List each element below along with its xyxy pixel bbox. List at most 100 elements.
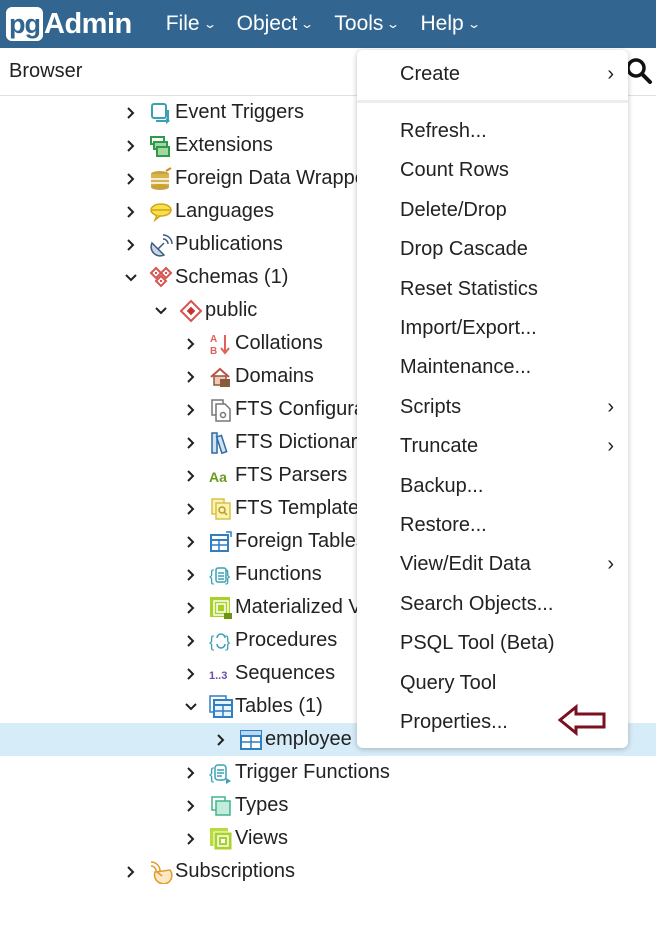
chevron-right-icon[interactable] [184, 403, 198, 417]
chevron-right-icon[interactable] [184, 568, 198, 582]
tree-node[interactable]: Views [0, 822, 656, 855]
chevron-right-icon[interactable] [184, 337, 198, 351]
menu-item-restore[interactable]: Restore... [357, 506, 628, 545]
collation-icon: AB [209, 332, 233, 356]
tree-node-label: FTS Dictionari [235, 431, 362, 453]
menu-item-label: Query Tool [400, 671, 497, 694]
chevron-right-icon[interactable] [124, 238, 138, 252]
logo-admin: Admin [44, 7, 132, 40]
chevron-right-icon[interactable] [124, 205, 138, 219]
type-icon [209, 794, 233, 818]
chevron-right-icon[interactable] [124, 865, 138, 879]
fts-parser-icon: Aa [209, 464, 233, 488]
chevron-right-icon[interactable] [184, 634, 198, 648]
chevron-right-icon[interactable] [184, 832, 198, 846]
fts-dictionary-icon [209, 431, 233, 455]
menu-item-search-objects[interactable]: Search Objects... [357, 585, 628, 624]
chevron-right-icon[interactable] [184, 535, 198, 549]
tree-node-label: Languages [175, 200, 274, 222]
tree-node-label: Foreign Tables [235, 530, 366, 552]
chevron-right-icon[interactable] [214, 733, 228, 747]
tree-node[interactable]: Subscriptions [0, 855, 656, 888]
tree-node[interactable]: {Trigger Functions [0, 756, 656, 789]
search-icon[interactable] [625, 57, 653, 85]
chevron-right-icon: › [607, 395, 614, 418]
chevron-right-icon[interactable] [124, 172, 138, 186]
menu-object[interactable]: Object ⌄ [237, 12, 315, 36]
svg-text:Aa: Aa [209, 469, 227, 485]
menu-item-label: Reset Statistics [400, 277, 538, 300]
foreign-table-icon [209, 530, 233, 554]
chevron-right-icon[interactable] [184, 436, 198, 450]
menu-item-label: Truncate [400, 435, 479, 458]
menu-item-delete-drop[interactable]: Delete/Drop [357, 191, 628, 230]
menu-tools[interactable]: Tools ⌄ [334, 12, 401, 36]
tree-node-label: Foreign Data Wrappe [175, 167, 366, 189]
chevron-down-icon[interactable] [154, 304, 168, 318]
tree-node[interactable]: Types [0, 789, 656, 822]
tree-node-label: Subscriptions [175, 860, 296, 882]
menu-item-view-edit-data[interactable]: View/Edit Data › [357, 545, 628, 584]
event-trigger-icon [149, 101, 173, 125]
chevron-down-icon[interactable] [124, 271, 138, 285]
menu-item-truncate[interactable]: Truncate › [357, 427, 628, 466]
top-navbar: pg Admin File ⌄ Object ⌄ Tools ⌄ Help ⌄ [0, 0, 656, 48]
svg-text:{: { [209, 568, 215, 585]
tree-node-label: Types [235, 794, 289, 816]
tree-node-label: FTS Parsers [235, 464, 348, 486]
tree-node-label: public [205, 299, 258, 321]
menu-item-label: Create [400, 63, 461, 85]
menu-item-refresh[interactable]: Refresh... [357, 112, 628, 151]
menu-item-query-tool[interactable]: Query Tool [357, 664, 628, 703]
tree-node-label: Views [235, 827, 288, 849]
chevron-right-icon[interactable] [184, 469, 198, 483]
chevron-right-icon[interactable] [184, 667, 198, 681]
schemas-icon [149, 266, 173, 290]
tree-node-label: Collations [235, 332, 323, 354]
fts-configuration-icon [209, 398, 233, 422]
tree-node-label: Tables (1) [235, 695, 323, 717]
tables-icon [209, 694, 233, 719]
tree-node-label: Event Triggers [175, 101, 304, 123]
tree-node-label: Materialized V [235, 596, 362, 618]
menu-item-drop-cascade[interactable]: Drop Cascade [357, 230, 628, 269]
tree-node-label: Sequences [235, 662, 336, 684]
menu-item-label: Count Rows [400, 159, 509, 182]
menu-item-scripts[interactable]: Scripts › [357, 388, 628, 427]
menu-item-label: Search Objects... [400, 592, 554, 615]
pgadmin-logo[interactable]: pg Admin [6, 4, 132, 44]
object-context-menu: Create › Refresh... Count Rows Delete/Drop Dr… [357, 50, 628, 748]
menu-item-import-export[interactable]: Import/Export... [357, 309, 628, 348]
menu-file[interactable]: File ⌄ [166, 12, 217, 36]
chevron-right-icon[interactable] [184, 766, 198, 780]
tree-node-label: Functions [235, 563, 322, 585]
menu-item-backup[interactable]: Backup... [357, 467, 628, 506]
materialized-view-icon [209, 596, 233, 620]
tree-node-label: Extensions [175, 134, 273, 156]
chevron-right-icon[interactable] [124, 106, 138, 120]
chevron-right-icon[interactable] [184, 601, 198, 615]
chevron-right-icon[interactable] [184, 370, 198, 384]
svg-text:A: A [210, 334, 217, 345]
chevron-right-icon[interactable] [124, 139, 138, 153]
chevron-right-icon[interactable] [184, 502, 198, 516]
browser-title: Browser [9, 60, 83, 82]
schema-icon [179, 299, 203, 323]
menu-item-reset-statistics[interactable]: Reset Statistics [357, 270, 628, 309]
menu-item-label: Scripts [400, 395, 462, 418]
chevron-right-icon[interactable] [184, 799, 198, 813]
menu-item-psql-tool-beta[interactable]: PSQL Tool (Beta) [357, 624, 628, 663]
menu-help[interactable]: Help ⌄ [420, 12, 480, 36]
tree-node-label: Procedures [235, 629, 338, 651]
menu-item-maintenance[interactable]: Maintenance... [357, 348, 628, 387]
chevron-down-icon: ⌄ [386, 17, 401, 31]
tree-node-label: Schemas (1) [175, 266, 289, 288]
domain-icon [209, 365, 233, 389]
chevron-down-icon[interactable] [184, 700, 198, 714]
menu-separator [357, 100, 628, 103]
menu-item-count-rows[interactable]: Count Rows [357, 151, 628, 190]
trigger-function-icon: { [209, 761, 233, 785]
left-arrow-icon [558, 704, 606, 736]
menu-item-create[interactable]: Create › [357, 55, 628, 94]
tree-node-label: Publications [175, 233, 283, 255]
